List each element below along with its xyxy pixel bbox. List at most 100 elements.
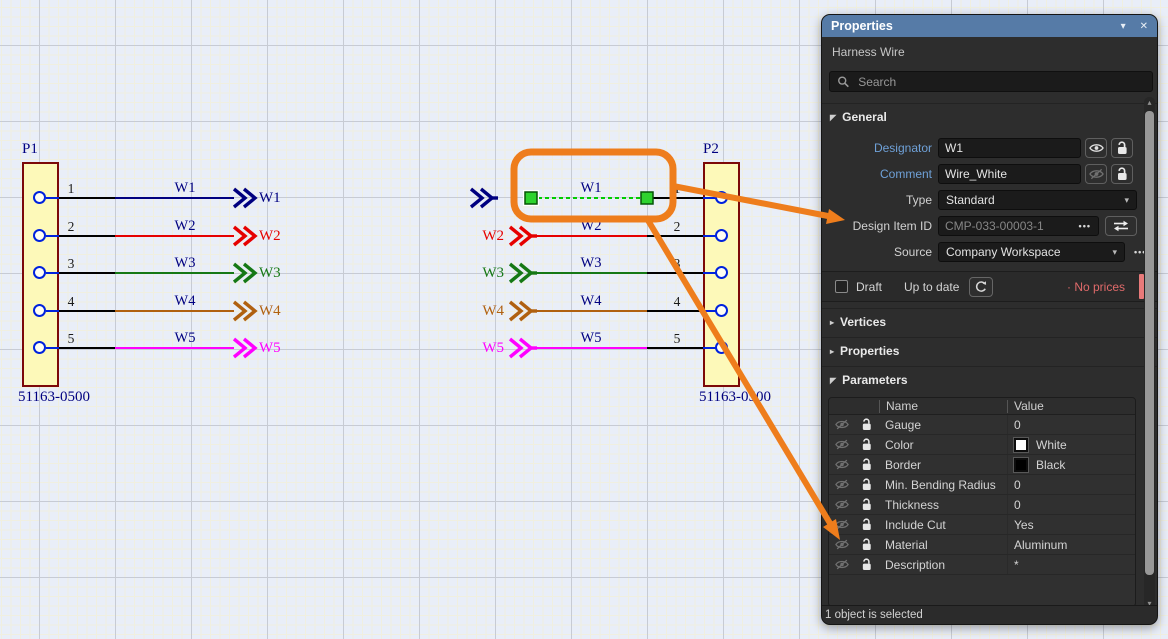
wire-label[interactable]: W1 — [146, 178, 224, 198]
lock-button[interactable] — [1111, 164, 1133, 184]
wire-label[interactable]: W4 — [552, 291, 630, 311]
parameter-row[interactable]: Min. Bending Radius 0 — [829, 475, 1135, 495]
design-item-id-input[interactable] — [938, 216, 1099, 236]
harness-entry-icon[interactable] — [231, 299, 262, 323]
wire-label[interactable]: W4 — [466, 301, 504, 321]
close-icon[interactable]: ✕ — [1140, 21, 1148, 32]
connector-designator[interactable]: P1 — [22, 141, 38, 158]
wire-segment[interactable] — [530, 310, 647, 312]
visibility-button[interactable] — [1085, 164, 1107, 184]
wire-label[interactable]: W2 — [146, 216, 224, 236]
wire-segment[interactable] — [652, 197, 703, 199]
type-dropdown[interactable]: Standard ▾ — [938, 190, 1137, 210]
visibility-button[interactable] — [1085, 138, 1107, 158]
lock-button[interactable] — [1111, 138, 1133, 158]
lock-open-icon[interactable] — [861, 418, 872, 431]
pin-circle[interactable] — [715, 304, 728, 317]
wire-label[interactable]: W2 — [466, 226, 504, 246]
wire-segment[interactable] — [59, 310, 115, 312]
wire-label[interactable]: W3 — [259, 263, 301, 283]
color-swatch[interactable] — [1014, 458, 1028, 472]
parameter-row[interactable]: Description * — [829, 555, 1135, 575]
search-box[interactable] — [829, 71, 1153, 92]
panel-collapse-icon[interactable]: ▾ — [1121, 21, 1126, 32]
wire-segment[interactable] — [115, 347, 234, 349]
lock-open-icon[interactable] — [861, 558, 872, 571]
lock-open-icon[interactable] — [861, 538, 872, 551]
wire-label[interactable]: W5 — [552, 328, 630, 348]
section-parameters[interactable]: ◤Parameters — [822, 366, 1157, 387]
eye-slash-icon[interactable] — [835, 499, 849, 510]
wire-segment[interactable] — [647, 235, 703, 237]
harness-entry-icon[interactable] — [231, 261, 262, 285]
wire-label[interactable]: 1 — [58, 179, 84, 199]
parameter-row[interactable]: Border Black — [829, 455, 1135, 475]
parameter-row[interactable]: Gauge 0 — [829, 415, 1135, 435]
wire-label[interactable]: W1 — [552, 178, 630, 198]
wire-label[interactable]: 4 — [664, 292, 690, 312]
browse-dots-icon[interactable]: ••• — [1079, 221, 1091, 231]
panel-header[interactable]: Properties ▾ ✕ — [822, 15, 1157, 37]
section-properties[interactable]: ▸Properties — [822, 337, 1157, 358]
scrollbar-thumb[interactable] — [1145, 111, 1154, 575]
pin-circle[interactable] — [33, 341, 46, 354]
wire-segment[interactable] — [46, 347, 59, 349]
pin-circle[interactable] — [33, 191, 46, 204]
pin-circle[interactable] — [715, 191, 728, 204]
column-header-name[interactable]: Name — [879, 400, 1007, 413]
column-header-value[interactable]: Value — [1007, 400, 1135, 413]
wire-segment[interactable] — [59, 272, 115, 274]
wire-segment[interactable] — [530, 272, 647, 274]
eye-slash-icon[interactable] — [835, 539, 849, 550]
harness-entry-icon[interactable] — [231, 186, 262, 210]
eye-slash-icon[interactable] — [835, 559, 849, 570]
pin-circle[interactable] — [715, 229, 728, 242]
wire-segment[interactable] — [46, 197, 59, 199]
wire-label[interactable]: 2 — [58, 217, 84, 237]
wire-segment[interactable] — [530, 235, 647, 237]
lock-open-icon[interactable] — [861, 478, 872, 491]
eye-slash-icon[interactable] — [835, 459, 849, 470]
wire-segment[interactable] — [59, 347, 115, 349]
connector-designator[interactable]: P2 — [703, 141, 719, 158]
lock-open-icon[interactable] — [861, 458, 872, 471]
wire-segment[interactable] — [647, 310, 703, 312]
eye-slash-icon[interactable] — [835, 439, 849, 450]
wire-label[interactable]: 2 — [664, 217, 690, 237]
wire-label[interactable]: W2 — [552, 216, 630, 236]
wire-label[interactable]: W4 — [146, 291, 224, 311]
parameter-row[interactable]: Material Aluminum — [829, 535, 1135, 555]
comment-input[interactable] — [938, 164, 1081, 184]
wire-segment[interactable] — [647, 347, 703, 349]
wire-label[interactable]: 1 — [664, 179, 690, 199]
lock-open-icon[interactable] — [861, 438, 872, 451]
wire-segment[interactable] — [46, 235, 59, 237]
wire-segment[interactable] — [530, 347, 647, 349]
wire-segment[interactable] — [647, 272, 703, 274]
parameter-row[interactable]: Include Cut Yes — [829, 515, 1135, 535]
section-vertices[interactable]: ▸Vertices — [822, 308, 1157, 329]
wire-label[interactable]: W4 — [259, 301, 301, 321]
wire-label[interactable]: 4 — [58, 292, 84, 312]
designator-input[interactable] — [938, 138, 1081, 158]
scroll-up-icon[interactable]: ▴ — [1144, 98, 1155, 107]
wire-label[interactable]: 3 — [664, 254, 690, 274]
wire-label[interactable]: W5 — [466, 338, 504, 358]
wire-label[interactable]: 5 — [664, 329, 690, 349]
wire-label[interactable]: W1 — [259, 188, 301, 208]
refresh-button[interactable] — [969, 277, 993, 297]
draft-checkbox[interactable] — [835, 280, 848, 293]
wire-segment[interactable] — [115, 235, 234, 237]
panel-scrollbar[interactable]: ▴ ▾ — [1144, 97, 1155, 609]
wire-label[interactable]: W3 — [466, 263, 504, 283]
wire-segment[interactable] — [115, 272, 234, 274]
pin-circle[interactable] — [33, 229, 46, 242]
wire-label[interactable]: W5 — [259, 338, 301, 358]
pin-circle[interactable] — [33, 266, 46, 279]
connector-part-number[interactable]: 51163-0500 — [18, 389, 90, 406]
search-input[interactable] — [856, 74, 1145, 90]
pin-circle[interactable] — [715, 341, 728, 354]
wire-segment[interactable] — [115, 197, 234, 199]
wire-segment[interactable] — [46, 310, 59, 312]
wire-label[interactable]: 5 — [58, 329, 84, 349]
